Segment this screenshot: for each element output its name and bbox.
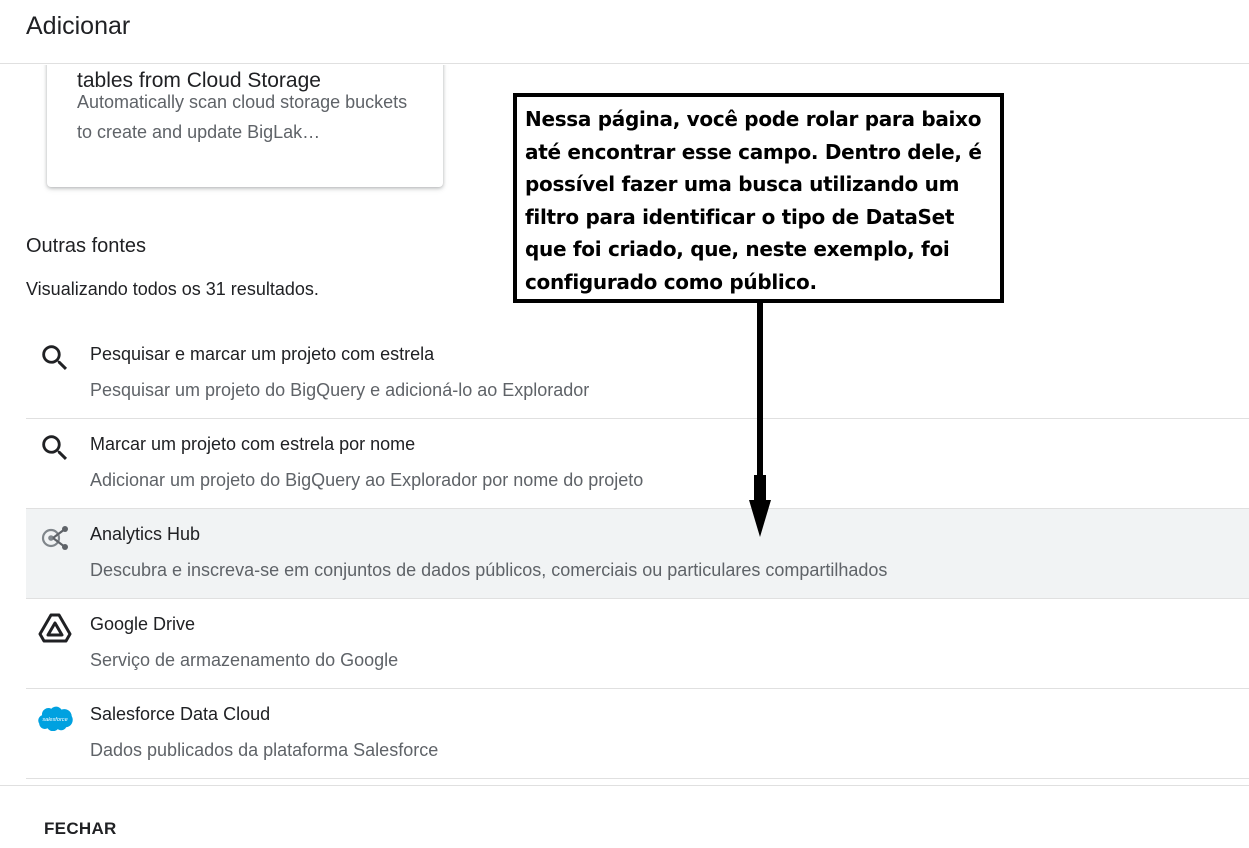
salesforce-logo-text: salesforce	[42, 717, 67, 723]
list-item-star-project-by-name[interactable]: Marcar um projeto com estrela por nome A…	[26, 419, 1249, 509]
item-description: Serviço de armazenamento do Google	[90, 650, 399, 670]
analytics-hub-icon	[41, 526, 68, 550]
item-title: Marcar um projeto com estrela por nome	[90, 434, 416, 454]
list-item-search-star-project[interactable]: Pesquisar e marcar um projeto com estrel…	[26, 329, 1249, 419]
list-item-analytics-hub[interactable]: Analytics Hub Descubra e inscreva-se em …	[26, 509, 1249, 599]
list-item-salesforce[interactable]: salesforce Salesforce Data Cloud Dados p…	[26, 689, 1249, 779]
annotation-callout: Nessa página, você pode rolar para baixo…	[513, 93, 1004, 303]
item-description: Pesquisar um projeto do BigQuery e adici…	[90, 380, 590, 400]
source-card-cloud-storage[interactable]: tables from Cloud Storage Automatically …	[47, 65, 443, 187]
item-title: Salesforce Data Cloud	[90, 704, 271, 724]
item-title: Pesquisar e marcar um projeto com estrel…	[90, 344, 435, 364]
annotation-text: Nessa página, você pode rolar para baixo…	[525, 107, 982, 294]
close-button[interactable]: FECHAR	[44, 819, 117, 839]
google-drive-icon	[38, 613, 72, 643]
card-description: Automatically scan cloud storage buckets…	[77, 92, 408, 142]
annotation-arrow	[749, 300, 771, 537]
dialog-title: Adicionar	[26, 12, 131, 40]
item-title: Google Drive	[90, 614, 196, 634]
search-icon	[42, 435, 68, 461]
sources-list: Pesquisar e marcar um projeto com estrel…	[26, 329, 1249, 779]
list-item-google-drive[interactable]: Google Drive Serviço de armazenamento do…	[26, 599, 1249, 689]
item-description: Dados publicados da plataforma Salesforc…	[90, 740, 439, 760]
results-count: Visualizando todos os 31 resultados.	[26, 279, 319, 299]
search-icon	[42, 345, 68, 371]
section-title: Outras fontes	[26, 235, 147, 257]
dialog-header: Adicionar	[0, 0, 1249, 64]
item-description: Descubra e inscreva-se em conjuntos de d…	[90, 560, 888, 580]
item-description: Adicionar um projeto do BigQuery ao Expl…	[90, 470, 644, 490]
dialog-footer: FECHAR	[0, 785, 1249, 848]
item-title: Analytics Hub	[90, 524, 201, 544]
salesforce-icon: salesforce	[38, 706, 73, 731]
